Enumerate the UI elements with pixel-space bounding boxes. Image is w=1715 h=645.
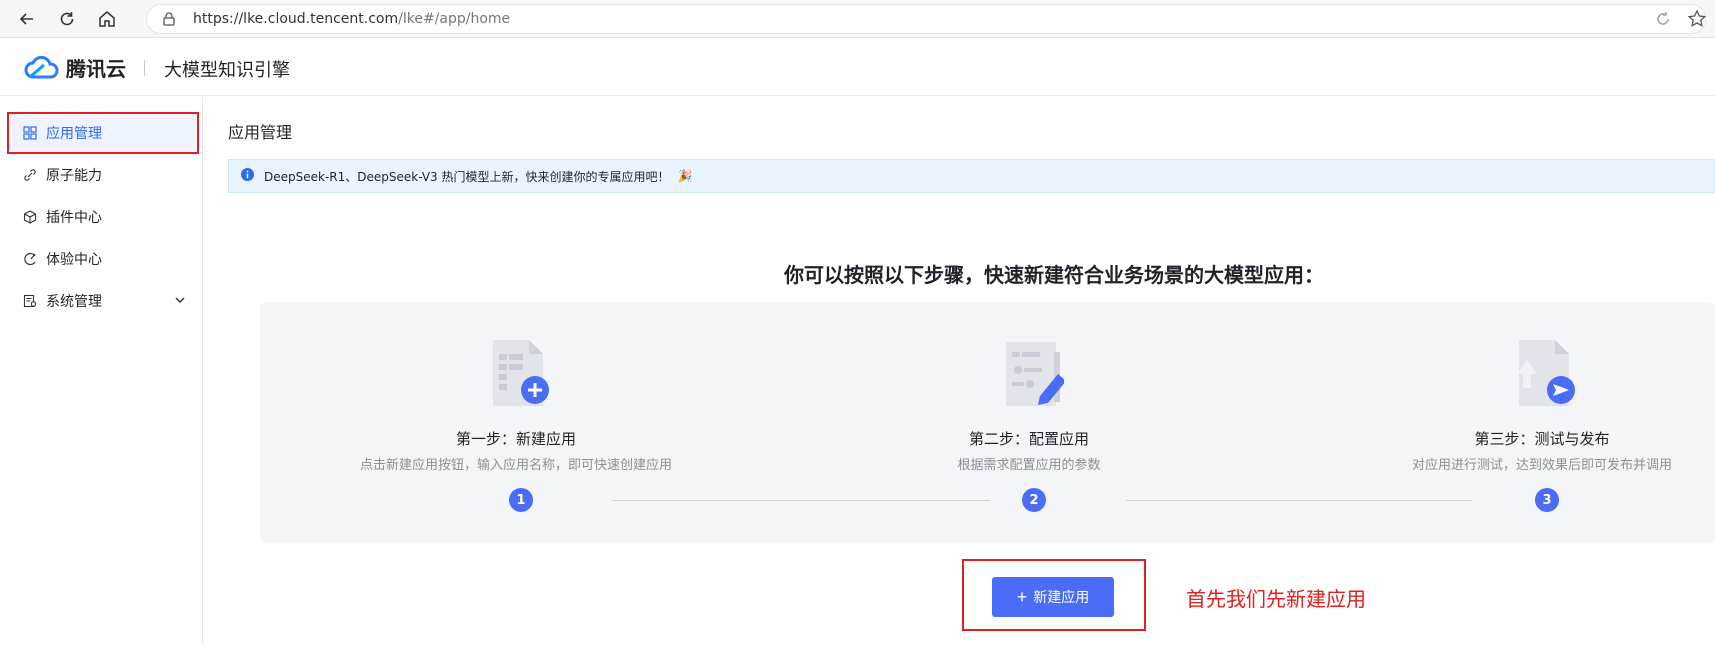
step-number-badge: 1: [509, 488, 533, 512]
back-icon[interactable]: [14, 6, 40, 32]
sidebar-item-label: 系统管理: [46, 294, 102, 310]
party-popper-icon: 🎉: [677, 169, 693, 183]
logo[interactable]: 腾讯云: [24, 53, 126, 82]
brand-name: 腾讯云: [66, 59, 126, 81]
extension-icon[interactable]: [1653, 9, 1673, 33]
step-description: 点击新建应用按钮，输入应用名称，即可快速创建应用: [359, 458, 672, 473]
chevron-down-icon[interactable]: [174, 294, 186, 310]
steps-panel: 第一步：新建应用 点击新建应用按钮，输入应用名称，即可快速创建应用 1 第二步：…: [260, 302, 1715, 542]
address-bar[interactable]: https://lke.cloud.tencent.com/lke#/app/h…: [146, 4, 1706, 34]
step-title: 第二步：配置应用: [968, 430, 1089, 448]
publish-app-icon: [1517, 340, 1575, 406]
notice-text: DeepSeek-R1、DeepSeek-V3 热门模型上新，快来创建你的专属应…: [264, 169, 670, 184]
sidebar: 应用管理 原子能力 插件中心 体验中心 系统管理: [0, 97, 203, 645]
step-description: 对应用进行测试，达到效果后即可发布并调用: [1411, 458, 1672, 473]
step-title: 第一步：新建应用: [455, 430, 576, 448]
new-app-button[interactable]: + 新建应用: [992, 577, 1114, 617]
sidebar-item-experience-center[interactable]: 体验中心: [8, 239, 198, 279]
tencent-cloud-logo-icon: [24, 55, 59, 78]
app-header: 腾讯云 大模型知识引擎: [0, 38, 1715, 96]
sidebar-item-label: 体验中心: [46, 252, 102, 268]
main-content: 应用管理 DeepSeek-R1、DeepSeek-V3 热门模型上新，快来创建…: [204, 97, 1715, 645]
url-text: https://lke.cloud.tencent.com/lke#/app/h…: [193, 11, 511, 27]
step-connector: [612, 500, 990, 501]
sidebar-item-label: 原子能力: [46, 168, 102, 184]
home-icon[interactable]: [94, 6, 120, 32]
link-icon: [22, 167, 38, 183]
grid-icon: [22, 125, 38, 141]
sidebar-item-atomic-abilities[interactable]: 原子能力: [8, 155, 198, 195]
step-connector: [1126, 500, 1472, 501]
info-icon: [241, 168, 254, 184]
configure-app-icon: [1006, 342, 1064, 406]
sidebar-item-label: 应用管理: [46, 126, 102, 142]
sidebar-item-label: 插件中心: [46, 210, 102, 226]
product-name: 大模型知识引擎: [164, 60, 290, 81]
step-number-badge: 2: [1022, 488, 1046, 512]
page-title: 应用管理: [228, 123, 293, 142]
new-app-button-label: 新建应用: [1033, 589, 1090, 605]
step-description: 根据需求配置应用的参数: [957, 458, 1101, 473]
steps-heading: 你可以按照以下步骤，快速新建符合业务场景的大模型应用：: [784, 263, 1324, 287]
cube-icon: [22, 209, 38, 225]
step-title: 第三步：测试与发布: [1474, 430, 1610, 448]
sidebar-item-app-management[interactable]: 应用管理: [7, 112, 199, 154]
settings-doc-icon: [22, 293, 38, 309]
browser-toolbar: https://lke.cloud.tencent.com/lke#/app/h…: [0, 0, 1715, 38]
annotation-text: 首先我们先新建应用: [1186, 587, 1366, 611]
notice-banner: DeepSeek-R1、DeepSeek-V3 热门模型上新，快来创建你的专属应…: [228, 159, 1715, 193]
favorite-star-icon[interactable]: [1687, 9, 1707, 33]
header-divider: [144, 60, 145, 76]
lock-icon[interactable]: [161, 11, 177, 31]
experience-icon: [22, 251, 38, 267]
plus-icon: +: [1016, 587, 1028, 607]
step-number-badge: 3: [1535, 488, 1559, 512]
reload-icon[interactable]: [54, 6, 80, 32]
sidebar-item-plugin-center[interactable]: 插件中心: [8, 197, 198, 237]
sidebar-item-system-management[interactable]: 系统管理: [8, 281, 198, 321]
new-app-doc-icon: [493, 340, 549, 406]
